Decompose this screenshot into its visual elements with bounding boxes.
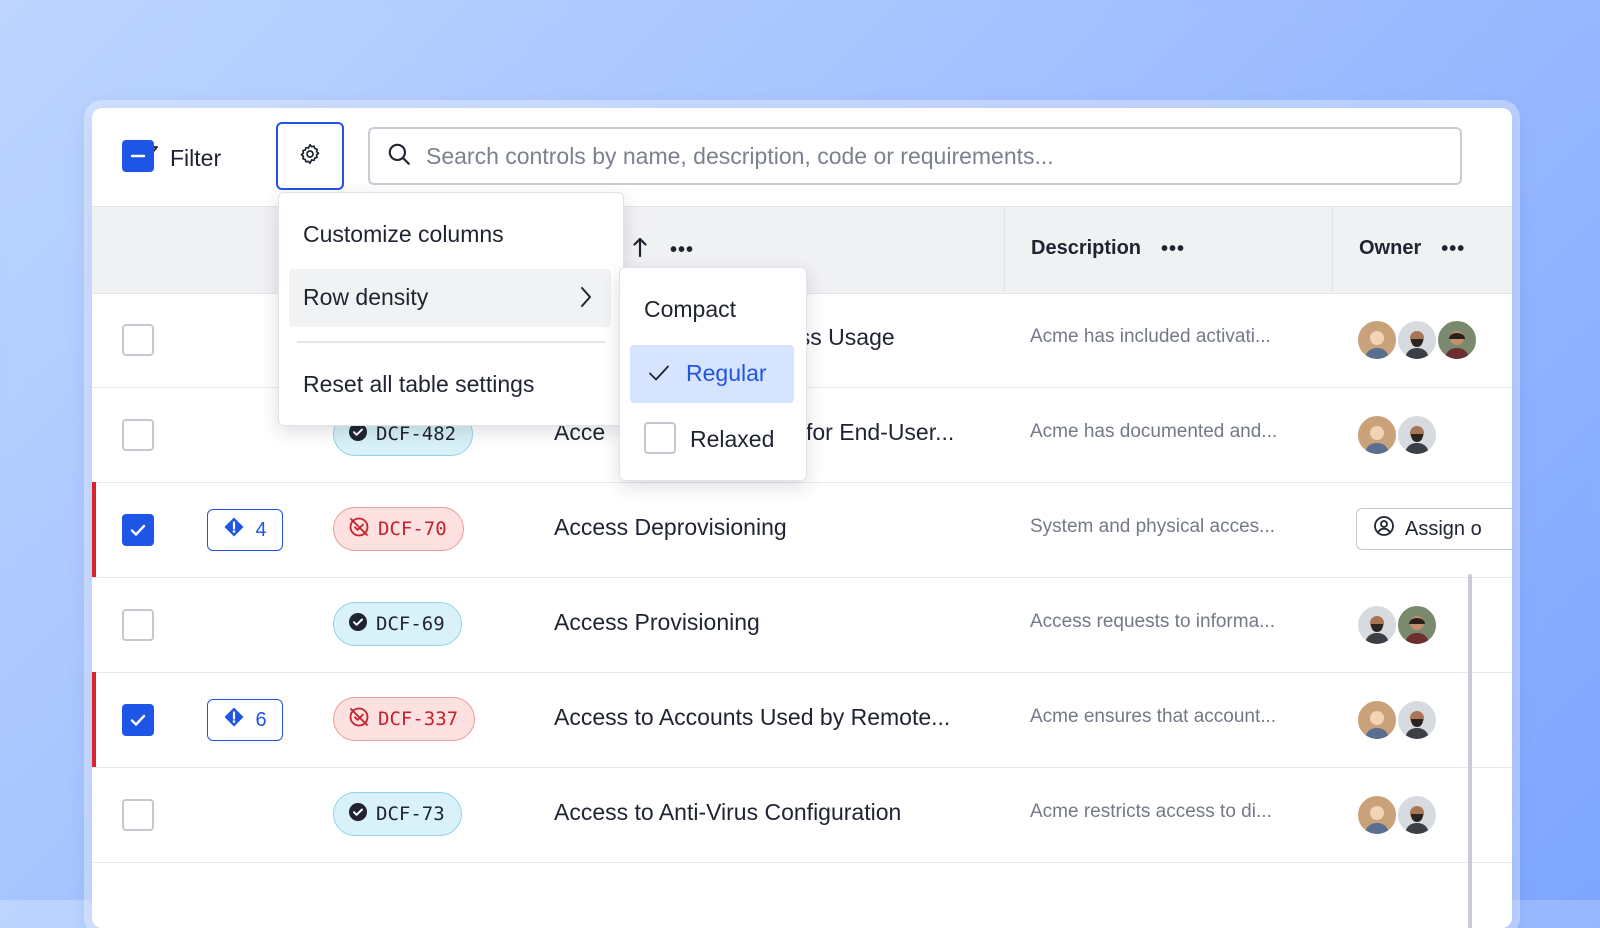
control-description: Acme restricts access to di... [1030, 801, 1272, 822]
avatar[interactable] [1356, 699, 1398, 741]
description-column-label: Description [1031, 237, 1142, 259]
search-bar [368, 127, 1462, 185]
table-settings-menu: Customize columns Row density Reset all … [278, 192, 624, 426]
row-checkbox[interactable] [122, 324, 154, 356]
gear-icon [298, 142, 322, 171]
check-circle-icon [348, 612, 368, 637]
issues-badge[interactable]: 6 [207, 699, 283, 741]
control-description: Acme has included activati... [1030, 326, 1271, 347]
density-option-compact[interactable]: Compact [644, 296, 736, 323]
control-code: DCF-482 [376, 423, 457, 445]
row-checkbox[interactable] [122, 704, 154, 736]
control-code: DCF-69 [376, 613, 445, 635]
control-name-suffix: for End-User... [806, 419, 955, 445]
relaxed-checkbox[interactable] [644, 422, 676, 454]
avatar[interactable] [1356, 794, 1398, 836]
row-density-submenu: Compact Regular Relaxed [619, 267, 807, 481]
owner-column-label: Owner [1359, 237, 1422, 259]
check-circle-icon [348, 802, 368, 827]
search-input[interactable] [424, 141, 1428, 171]
owner-avatars [1356, 319, 1478, 361]
control-description: Access requests to informa... [1030, 611, 1275, 632]
description-column-header: Description ••• [1004, 206, 1333, 292]
menu-divider [297, 341, 605, 343]
not-ready-icon [348, 706, 370, 733]
control-name: Access Deprovisioning [554, 514, 787, 540]
row-checkbox[interactable] [122, 419, 154, 451]
filter-label: Filter [170, 144, 222, 171]
chevron-right-icon [579, 285, 593, 315]
control-code-badge[interactable]: DCF-337 [333, 697, 476, 741]
control-description: System and physical acces... [1030, 516, 1275, 537]
owner-avatars [1356, 699, 1438, 741]
row-checkbox[interactable] [122, 799, 154, 831]
user-circle-icon [1373, 515, 1395, 543]
owner-avatars [1356, 794, 1438, 836]
avatar[interactable] [1356, 319, 1398, 361]
density-option-relaxed[interactable]: Relaxed [690, 426, 774, 453]
name-column-tools: ••• [632, 236, 694, 263]
owner-avatars [1356, 414, 1438, 456]
issues-count: 4 [255, 518, 267, 541]
avatar[interactable] [1396, 699, 1438, 741]
search-icon [386, 141, 412, 172]
row-checkbox[interactable] [122, 609, 154, 641]
table-row[interactable]: DCF-69 Access Provisioning Access reques… [92, 577, 1512, 673]
control-name: Access Provisioning [554, 609, 760, 635]
table-settings-button[interactable] [276, 122, 344, 190]
avatar[interactable] [1356, 414, 1398, 456]
owner-column-header: Owner ••• [1332, 206, 1512, 292]
description-column-menu-icon[interactable]: ••• [1161, 239, 1185, 259]
warning-diamond-icon [223, 516, 245, 544]
control-code: DCF-70 [378, 518, 447, 540]
control-name: Access to Anti-Virus Configuration [554, 799, 902, 825]
name-column-menu-icon[interactable]: ••• [670, 240, 694, 260]
table-row[interactable]: 4 DCF-70 Access Deprovisioning System an… [92, 482, 1512, 578]
avatar[interactable] [1356, 604, 1398, 646]
control-code: DCF-337 [378, 708, 459, 730]
control-code-badge[interactable]: DCF-70 [333, 507, 464, 551]
density-option-regular[interactable]: Regular [630, 345, 794, 403]
select-all-checkbox[interactable] [122, 140, 154, 172]
density-option-label: Regular [686, 360, 767, 386]
control-name: Access to Accounts Used by Remote... [554, 704, 951, 730]
control-description: Acme ensures that account... [1030, 706, 1277, 727]
control-code: DCF-73 [376, 803, 445, 825]
control-code-badge[interactable]: DCF-73 [333, 792, 462, 836]
menu-item-row-density[interactable]: Row density [289, 269, 611, 327]
table-row[interactable]: DCF-73 Access to Anti-Virus Configuratio… [92, 767, 1512, 863]
menu-item-customize-columns[interactable]: Customize columns [303, 221, 504, 248]
avatar[interactable] [1396, 604, 1438, 646]
menu-item-label: Row density [303, 284, 429, 310]
avatar[interactable] [1396, 414, 1438, 456]
issues-badge[interactable]: 4 [207, 509, 283, 551]
control-description: Acme has documented and... [1030, 421, 1278, 442]
not-ready-icon [348, 516, 370, 543]
table-row[interactable]: 6 DCF-337 Access to Accounts Used by Rem… [92, 672, 1512, 768]
issues-count: 6 [255, 708, 267, 731]
row-checkbox[interactable] [122, 514, 154, 546]
menu-item-reset-settings[interactable]: Reset all table settings [303, 371, 534, 398]
control-code-badge[interactable]: DCF-69 [333, 602, 462, 646]
warning-diamond-icon [223, 706, 245, 734]
checkmark-icon [648, 364, 670, 387]
avatar[interactable] [1436, 319, 1478, 361]
assign-owner-button[interactable]: Assign o [1356, 508, 1512, 550]
scrollbar[interactable] [1468, 574, 1472, 928]
avatar[interactable] [1396, 319, 1438, 361]
owner-avatars [1356, 604, 1438, 646]
assign-label: Assign o [1405, 517, 1482, 540]
avatar[interactable] [1396, 794, 1438, 836]
owner-column-menu-icon[interactable]: ••• [1441, 239, 1465, 259]
sort-ascending-icon[interactable] [632, 236, 648, 263]
